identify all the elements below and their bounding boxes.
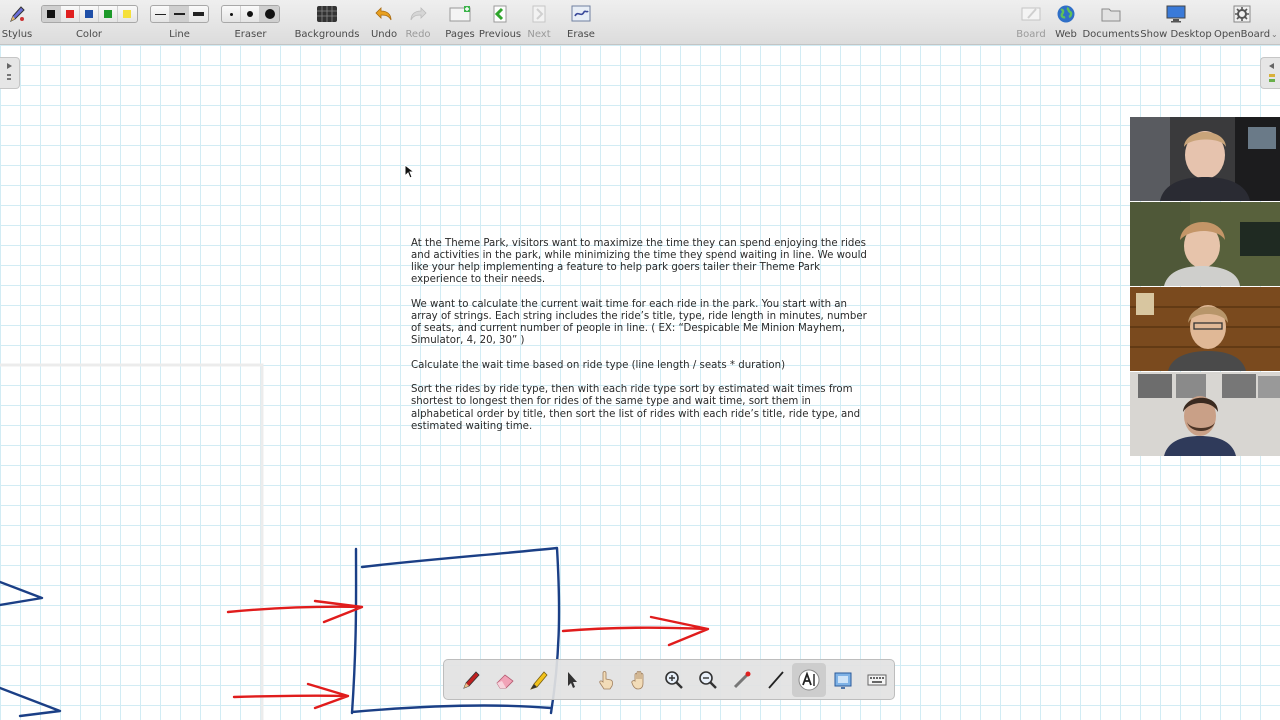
highlighter-icon (529, 670, 548, 690)
line-tool[interactable] (759, 663, 793, 697)
hand-tool[interactable] (623, 663, 657, 697)
virtual-keyboard-tool[interactable] (860, 663, 894, 697)
blue-partial-shape-top (0, 580, 44, 607)
hand-icon (631, 670, 644, 689)
arrow-pointer-icon (568, 671, 578, 688)
zoom-out-icon (699, 670, 717, 689)
laser-pointer-tool[interactable] (725, 663, 759, 697)
screen-capture-icon (834, 672, 852, 689)
mouse-cursor-icon (404, 164, 416, 179)
capture-tool[interactable] (826, 663, 860, 697)
pointing-hand-icon (599, 670, 614, 689)
pen-icon (463, 670, 480, 689)
zoom-in-icon (665, 670, 683, 689)
eraser-icon (496, 673, 514, 688)
text-tool[interactable] (792, 662, 827, 697)
interact-tool[interactable] (589, 663, 623, 697)
video-tile (1130, 372, 1280, 456)
problem-paragraph-intro: At the Theme Park, visitors want to maxi… (411, 238, 867, 286)
blue-partial-shape-bottom (0, 686, 62, 718)
zoom-in-tool[interactable] (657, 663, 691, 697)
problem-paragraph-input: We want to calculate the current wait ti… (411, 298, 867, 347)
line-icon (767, 670, 784, 689)
problem-paragraph-sorting: Sort the rides by ride type, then with e… (411, 384, 861, 432)
pen-tool[interactable] (454, 663, 488, 697)
problem-paragraph-formula: Calculate the wait time based on ride ty… (411, 359, 786, 371)
keyboard-icon (867, 674, 887, 685)
laser-pointer-icon (733, 671, 751, 688)
problem-text-box: At the Theme Park, visitors want to maxi… (411, 238, 871, 445)
stylus-palette (443, 659, 895, 700)
video-tile (1130, 287, 1280, 371)
text-icon (798, 669, 820, 690)
video-tile (1130, 117, 1280, 201)
video-call-panel (1130, 117, 1280, 458)
selector-tool[interactable] (556, 663, 590, 697)
video-tile (1130, 202, 1280, 286)
highlighter-tool[interactable] (522, 663, 556, 697)
zoom-out-tool[interactable] (691, 663, 725, 697)
red-arrow-right (561, 615, 710, 647)
faded-stroke (0, 363, 264, 720)
eraser-tool[interactable] (488, 663, 522, 697)
red-arrow-left-top (226, 599, 364, 624)
red-arrow-left-bottom (232, 682, 350, 710)
